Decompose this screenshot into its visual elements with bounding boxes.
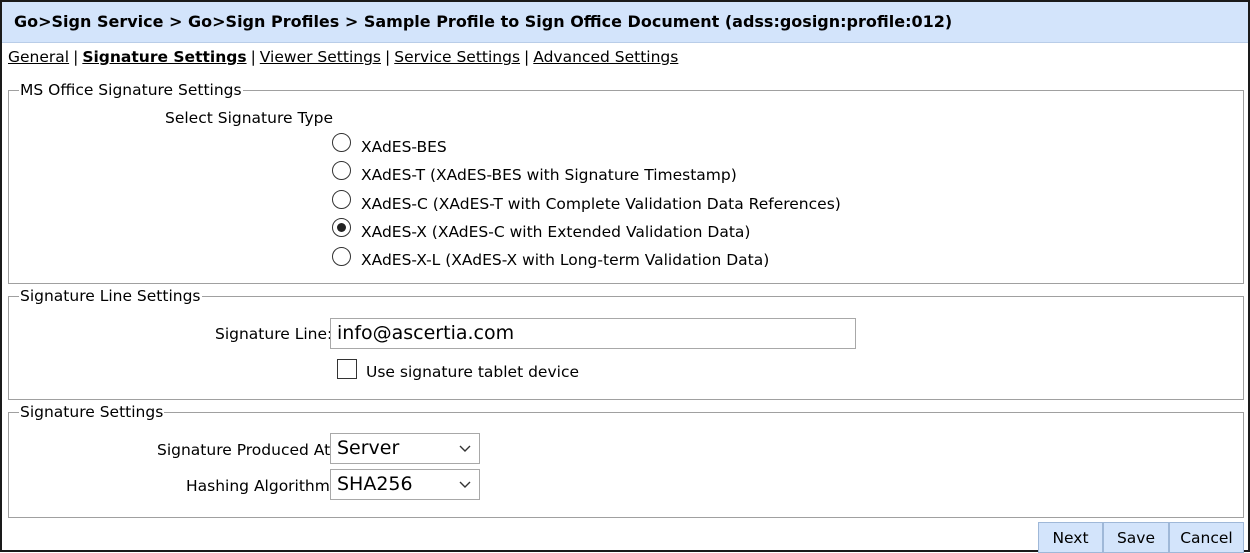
- tab-advanced-settings[interactable]: Advanced Settings: [533, 48, 678, 66]
- radio-xades-x[interactable]: [332, 218, 351, 237]
- hashing-algorithm-label: Hashing Algorithm:: [186, 477, 336, 495]
- signature-settings-legend: Signature Settings: [19, 403, 165, 421]
- cancel-button[interactable]: Cancel: [1169, 522, 1244, 553]
- page-frame: Go>Sign Service > Go>Sign Profiles > Sam…: [0, 0, 1250, 553]
- signature-line-legend: Signature Line Settings: [19, 287, 202, 305]
- signature-line-input[interactable]: info@ascertia.com: [330, 318, 856, 349]
- tab-general[interactable]: General: [8, 48, 69, 66]
- hashing-algorithm-select[interactable]: SHA256: [330, 469, 480, 500]
- ms-office-signature-group: MS Office Signature Settings Select Sign…: [8, 81, 1244, 284]
- signature-line-label: Signature Line:: [215, 325, 333, 343]
- signature-produced-at-select[interactable]: Server: [330, 433, 480, 464]
- tab-separator: |: [250, 48, 256, 66]
- radio-xades-x-label: XAdES-X (XAdES-C with Extended Validatio…: [361, 223, 751, 241]
- tab-signature-settings[interactable]: Signature Settings: [82, 48, 246, 66]
- radio-xades-bes[interactable]: [332, 133, 351, 152]
- signature-produced-at-value: Server: [337, 437, 400, 459]
- tab-service-settings[interactable]: Service Settings: [394, 48, 520, 66]
- save-button[interactable]: Save: [1103, 522, 1169, 553]
- tab-viewer-settings[interactable]: Viewer Settings: [260, 48, 381, 66]
- radio-xades-t-label: XAdES-T (XAdES-BES with Signature Timest…: [361, 166, 737, 184]
- radio-xades-x-l[interactable]: [332, 247, 351, 266]
- chevron-down-icon: [459, 481, 471, 488]
- tab-separator: |: [73, 48, 79, 66]
- radio-xades-c[interactable]: [332, 190, 351, 209]
- signature-produced-at-label: Signature Produced At:: [157, 441, 336, 459]
- select-signature-type-label: Select Signature Type: [165, 109, 334, 127]
- page-header: Go>Sign Service > Go>Sign Profiles > Sam…: [2, 2, 1248, 43]
- next-button[interactable]: Next: [1038, 522, 1103, 553]
- tab-separator: |: [524, 48, 530, 66]
- signature-settings-group: Signature Settings Signature Produced At…: [8, 403, 1244, 518]
- signature-tablet-label: Use signature tablet device: [366, 363, 579, 381]
- page-title: Go>Sign Service > Go>Sign Profiles > Sam…: [14, 12, 953, 31]
- signature-tablet-checkbox[interactable]: [337, 359, 357, 379]
- hashing-algorithm-value: SHA256: [337, 473, 413, 495]
- radio-xades-bes-label: XAdES-BES: [361, 138, 447, 156]
- radio-xades-x-l-label: XAdES-X-L (XAdES-X with Long-term Valida…: [361, 251, 770, 269]
- signature-line-group: Signature Line Settings Signature Line: …: [8, 287, 1244, 400]
- radio-xades-t[interactable]: [332, 161, 351, 180]
- ms-office-legend: MS Office Signature Settings: [19, 81, 243, 99]
- chevron-down-icon: [459, 445, 471, 452]
- tab-separator: |: [385, 48, 391, 66]
- radio-xades-c-label: XAdES-C (XAdES-T with Complete Validatio…: [361, 195, 841, 213]
- settings-tabs: General | Signature Settings | Viewer Settin…: [8, 48, 678, 66]
